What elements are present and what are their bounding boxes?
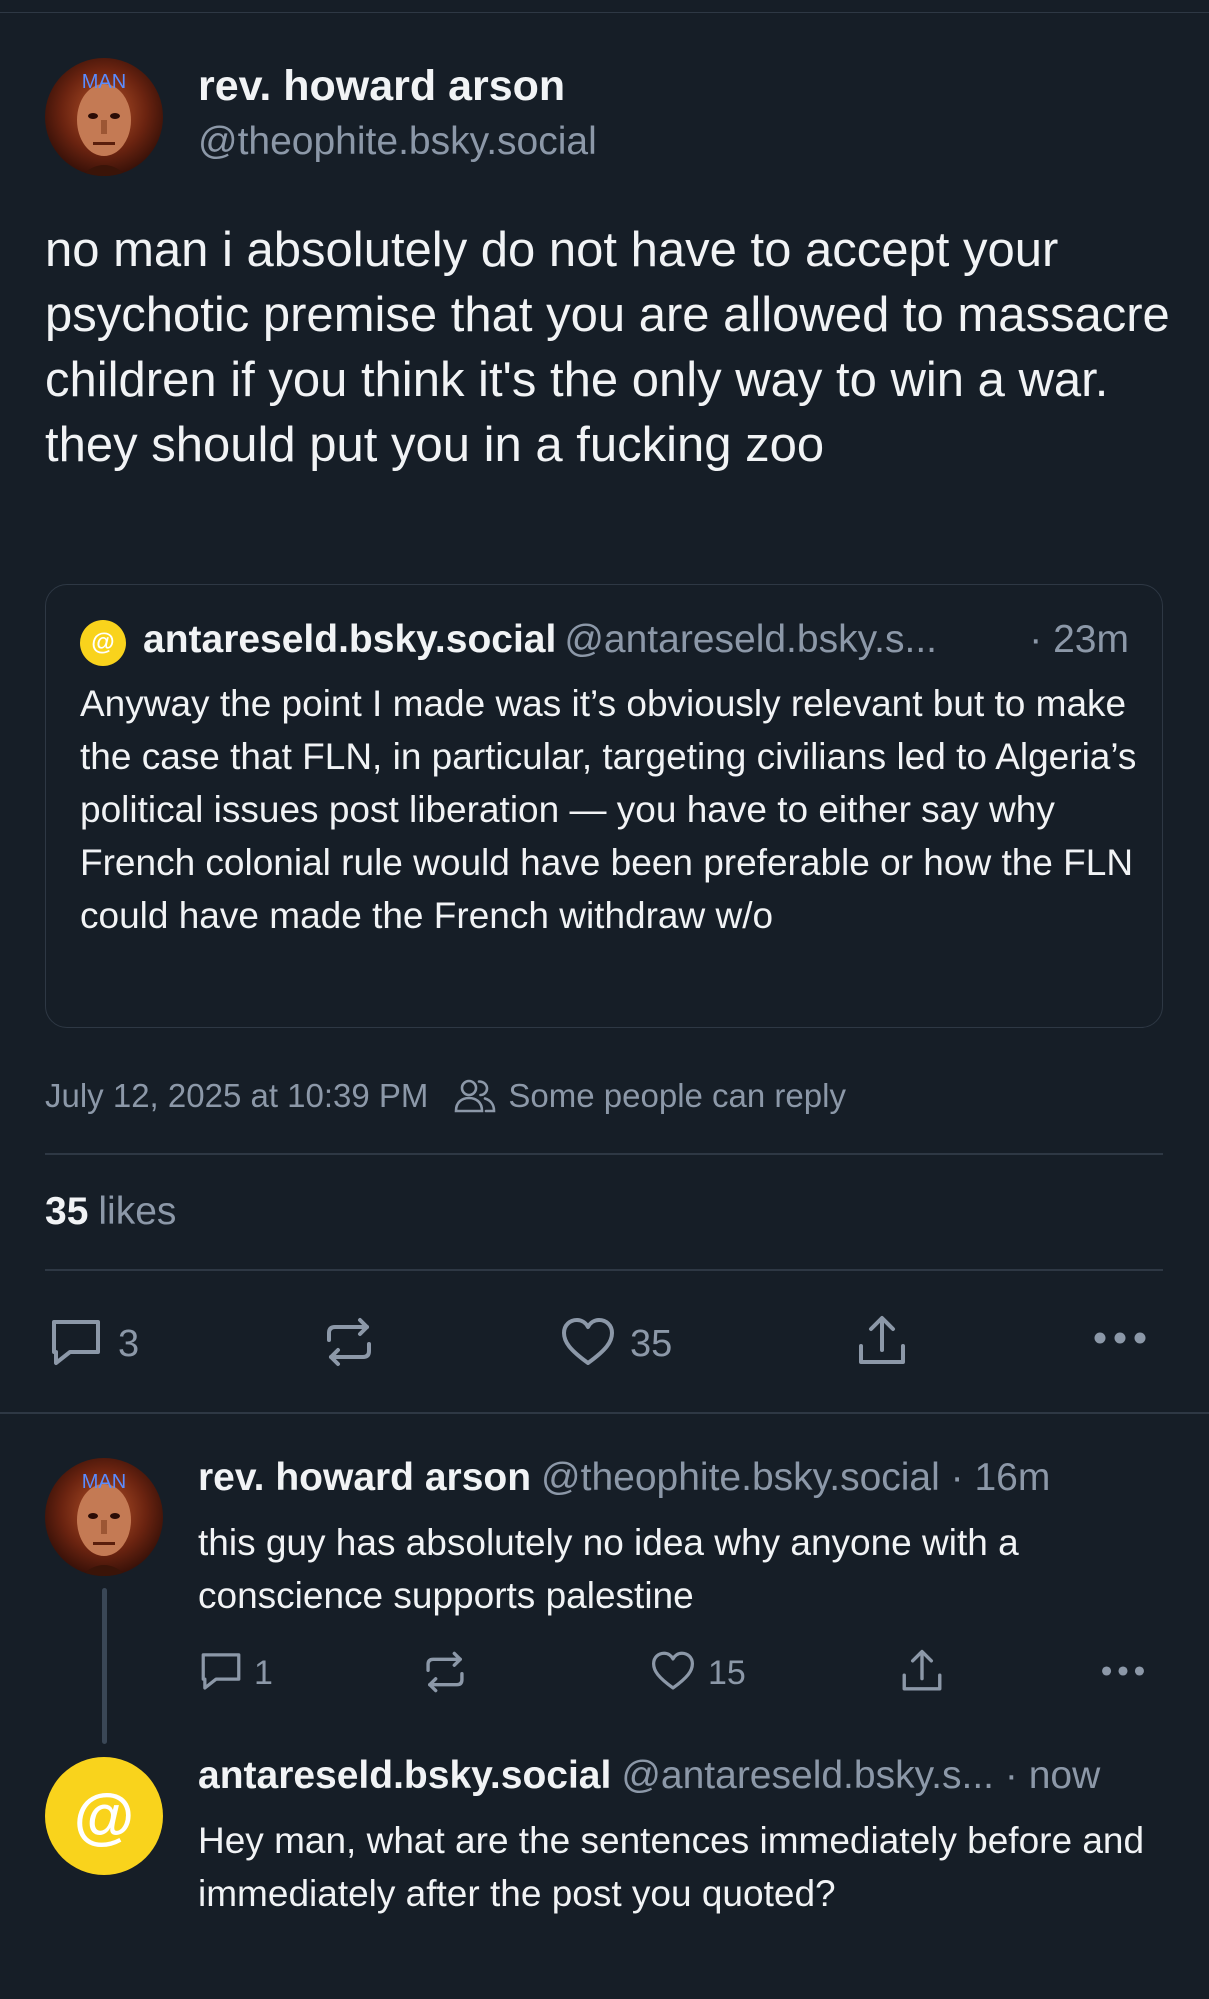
avatar[interactable]: MAN (45, 58, 163, 176)
like-count: 35 (630, 1323, 673, 1365)
thread-connector (102, 1588, 107, 1744)
post-thread-view: MAN rev. howard arson @theophite.bsky.so… (0, 0, 1209, 1999)
like-button[interactable]: 15 (650, 1650, 746, 1697)
quoted-post-text: Anyway the point I made was it’s obvious… (80, 683, 1137, 936)
quoted-author-handle: @antareseld.bsky.s... (564, 618, 938, 661)
quoted-post-time: · 23m (1029, 618, 1129, 661)
reply-icon (198, 1650, 244, 1697)
avatar[interactable]: @ (45, 1757, 163, 1875)
share-button[interactable] (856, 1314, 908, 1373)
avatar-text: MAN (82, 71, 126, 93)
avatar[interactable]: MAN (45, 1458, 163, 1576)
share-icon (900, 1648, 944, 1699)
people-icon (454, 1078, 496, 1114)
likes-count: 35 (45, 1190, 89, 1233)
reply-button[interactable]: 3 (48, 1316, 139, 1373)
reply-icon (48, 1316, 104, 1373)
divider (45, 1153, 1163, 1155)
reply-time: · now (994, 1754, 1101, 1797)
quoted-post-card[interactable]: @ antareseld.bsky.social @antareseld.bsky… (45, 584, 1163, 1028)
quoted-author-name: antareseld.bsky.social (143, 618, 557, 661)
reply-author-name[interactable]: rev. howard arson (198, 1456, 531, 1499)
quoted-author-avatar: @ (80, 620, 126, 666)
reply-author-name[interactable]: antareseld.bsky.social (198, 1754, 611, 1797)
reply-author-handle[interactable]: @theophite.bsky.social (541, 1456, 940, 1499)
author-handle[interactable]: @theophite.bsky.social (198, 120, 597, 164)
like-count: 15 (708, 1654, 746, 1692)
heart-icon (650, 1650, 696, 1697)
divider (0, 1412, 1209, 1414)
more-icon (1092, 1328, 1148, 1353)
avatar-at-symbol: @ (91, 629, 115, 656)
more-icon (1100, 1662, 1146, 1685)
reply-setting[interactable]: Some people can reply (508, 1077, 846, 1115)
repost-icon (322, 1316, 376, 1373)
more-button[interactable] (1100, 1662, 1146, 1685)
likes-label: likes (98, 1190, 177, 1233)
reply-count: 1 (254, 1654, 273, 1692)
avatar-text: MAN (82, 1471, 126, 1493)
share-button[interactable] (900, 1648, 944, 1699)
post-text: no man i absolutely do not have to accep… (45, 223, 1170, 472)
reply-time: · 16m (939, 1456, 1051, 1499)
quoted-post-header: antareseld.bsky.social @antareseld.bsky.s… (143, 618, 1143, 662)
post-meta: July 12, 2025 at 10:39 PM Some people ca… (45, 1077, 846, 1115)
repost-button[interactable] (422, 1650, 468, 1699)
repost-icon (422, 1650, 468, 1699)
reply-header: rev. howard arson @theophite.bsky.social … (198, 1456, 1050, 1500)
reply-text: Hey man, what are the sentences immediat… (198, 1820, 1145, 1914)
reply-button[interactable]: 1 (198, 1650, 273, 1697)
reply-author-handle[interactable]: @antareseld.bsky.s... (621, 1754, 994, 1797)
more-button[interactable] (1092, 1328, 1148, 1353)
heart-icon (560, 1316, 616, 1373)
divider (45, 1269, 1163, 1271)
reply-count: 3 (118, 1323, 140, 1365)
author-display-name[interactable]: rev. howard arson (198, 62, 565, 111)
share-icon (856, 1314, 908, 1373)
post-timestamp: July 12, 2025 at 10:39 PM (45, 1077, 429, 1114)
top-divider (0, 12, 1209, 13)
avatar-at-symbol: @ (73, 1781, 135, 1851)
repost-button[interactable] (322, 1316, 376, 1373)
reply-header: antareseld.bsky.social @antareseld.bsky.s… (198, 1754, 1100, 1798)
like-button[interactable]: 35 (560, 1316, 672, 1373)
likes-summary[interactable]: 35 likes (45, 1190, 176, 1234)
reply-text: this guy has absolutely no idea why anyo… (198, 1522, 1019, 1616)
